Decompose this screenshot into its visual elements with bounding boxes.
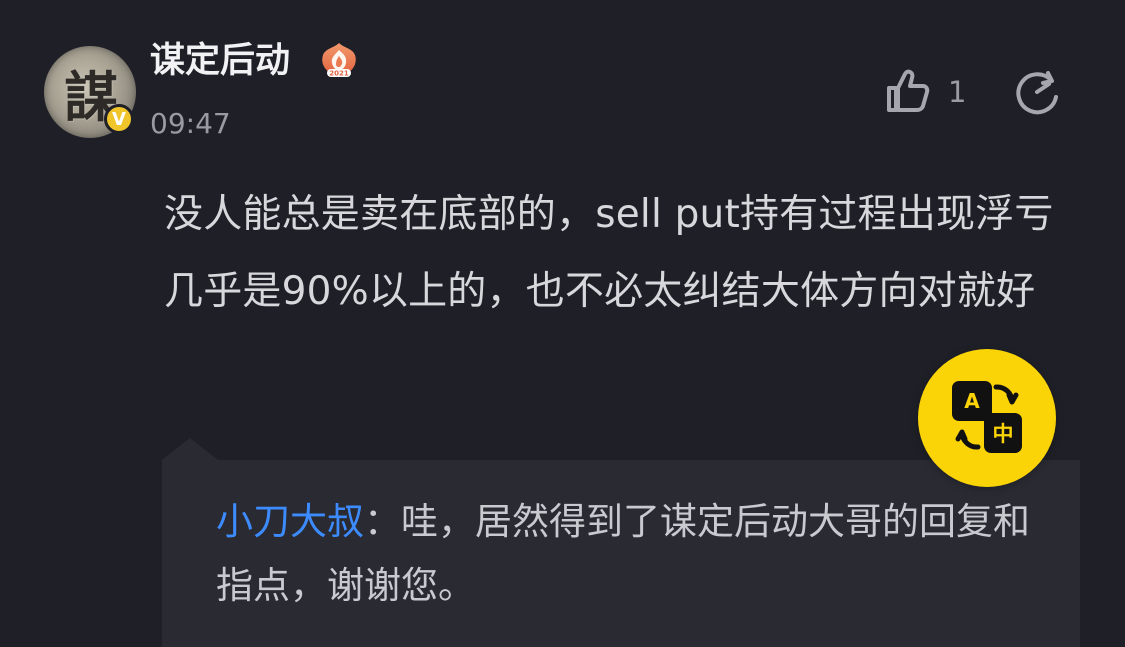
quoted-reply-author[interactable]: 小刀大叔	[216, 500, 364, 543]
username[interactable]: 谋定后动	[150, 37, 290, 85]
thumbs-up-icon[interactable]	[881, 66, 933, 118]
badge-year: 2021	[329, 70, 349, 78]
translate-letter-zh: 中	[993, 422, 1014, 446]
comment-text: 没人能总是卖在底部的，sell put持有过程出现浮亏几乎是90%以上的，也不必…	[164, 192, 1054, 314]
flame-badge-icon: 2021	[322, 43, 356, 78]
translate-letter-a: A	[964, 389, 980, 413]
quote-notch	[162, 438, 218, 460]
translate-button[interactable]: A 中	[918, 349, 1056, 487]
translate-icon: A 中	[952, 381, 1022, 453]
quoted-reply-separator: ：	[364, 500, 401, 543]
verified-badge-icon: V	[104, 104, 134, 134]
quoted-reply-text: 小刀大叔：哇，居然得到了谋定后动大哥的回复和指点，谢谢您。	[216, 490, 1036, 618]
refresh-share-icon[interactable]	[1012, 68, 1064, 120]
timestamp: 09:47	[150, 107, 231, 140]
like-count: 1	[948, 75, 967, 109]
